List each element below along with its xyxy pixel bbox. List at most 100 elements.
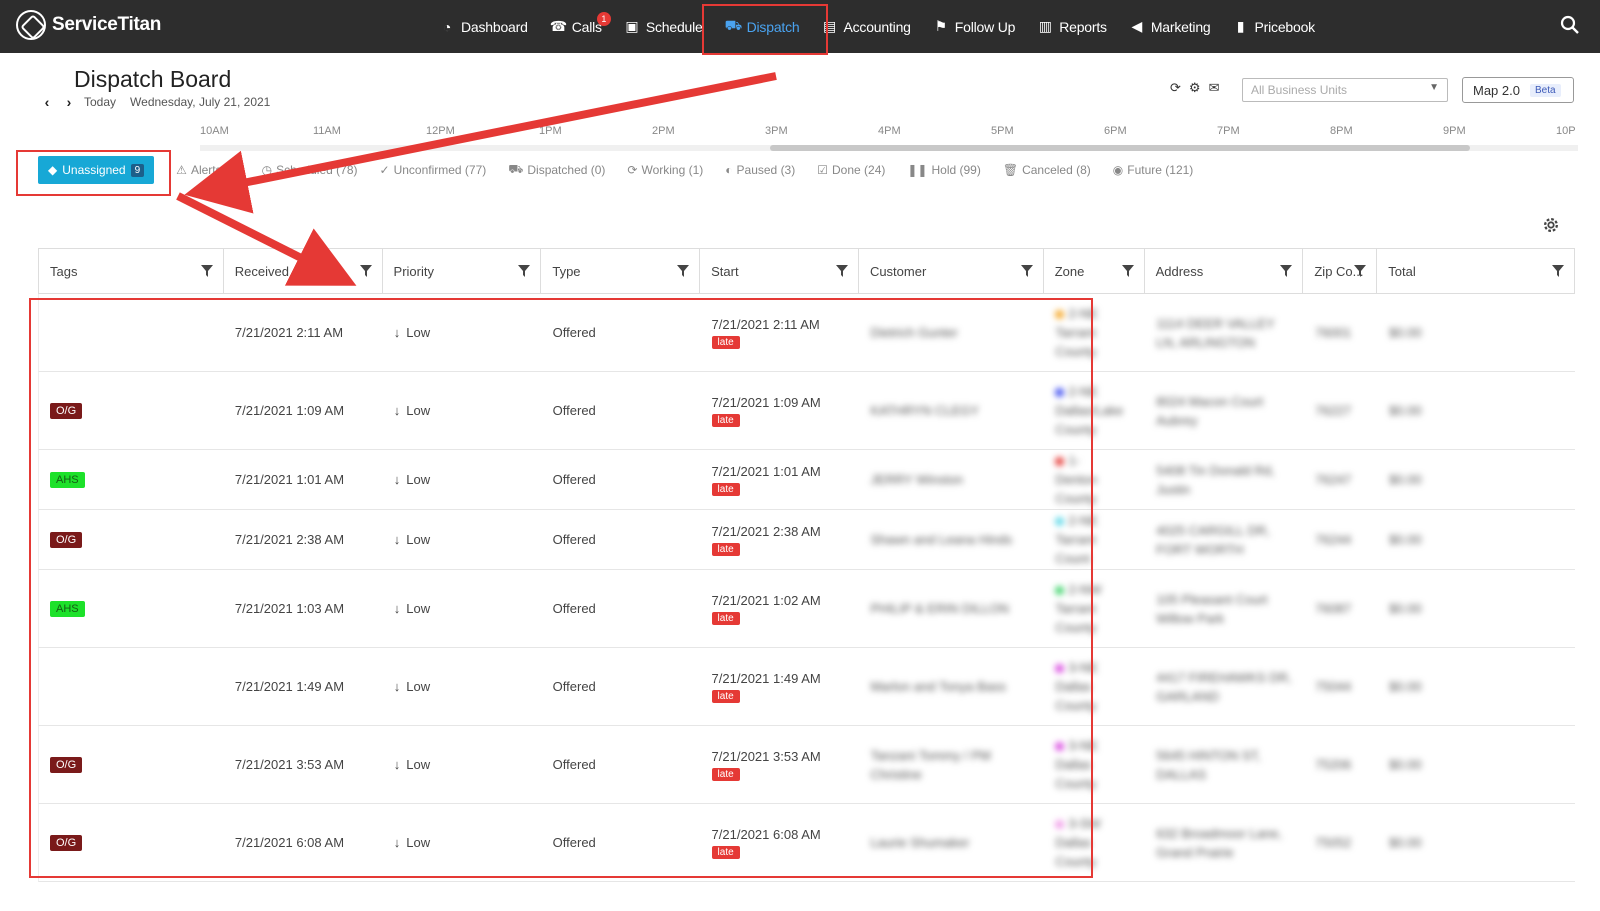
- tab-label: Dispatched (0): [527, 163, 606, 177]
- nav-reports[interactable]: ▥ Reports: [1026, 9, 1118, 45]
- tab-done[interactable]: ☑ Done (24): [817, 163, 885, 177]
- tab-canceled[interactable]: 🗑 Canceled (8): [1003, 163, 1091, 177]
- customer-name[interactable]: Laurie Shumaker: [870, 833, 969, 852]
- tab-label: Done (24): [832, 163, 886, 177]
- customer-name[interactable]: PHILIP & ERIN DILLON: [870, 599, 1008, 618]
- column-header[interactable]: Address: [1145, 249, 1304, 293]
- column-header[interactable]: Total: [1377, 249, 1574, 293]
- customer-name[interactable]: Marlon and Tonya Bass: [870, 677, 1006, 696]
- column-header[interactable]: Zone: [1044, 249, 1145, 293]
- search-icon[interactable]: [1560, 15, 1580, 35]
- table-cell: Offered: [542, 804, 701, 881]
- nav-accounting[interactable]: ▤ Accounting: [810, 9, 921, 45]
- table-row[interactable]: AHS 7/21/2021 1:03 AM ↓ Low Offered 7/21/2021…: [38, 570, 1575, 648]
- arrow-down-icon: ↓: [393, 679, 401, 694]
- tab-paused[interactable]: ◐ Paused (3): [725, 163, 795, 177]
- timeline-scrollbar-thumb[interactable]: [770, 145, 1470, 151]
- arrow-down-icon: ↓: [393, 835, 401, 850]
- timeline-hour: 8PM: [1330, 125, 1353, 137]
- column-header[interactable]: Type: [541, 249, 701, 293]
- late-badge: late: [711, 542, 740, 556]
- table-cell: 7/21/2021 1:09 AM late: [700, 372, 860, 449]
- filter-icon[interactable]: [359, 265, 372, 277]
- main-nav: ◔ Dashboard ☎ Calls 1 ▣ Schedule ⛟ Dispatch ▤ Acco…: [428, 0, 1326, 53]
- tab-future[interactable]: ◉ Future (121): [1113, 163, 1194, 177]
- mail-icon[interactable]: ✉: [1209, 80, 1220, 96]
- table-cell: Offered: [542, 294, 701, 371]
- map-button[interactable]: Map 2.0 Beta: [1462, 77, 1574, 103]
- table-cell: ↓ Low: [383, 450, 542, 509]
- tab-label: Working (1): [641, 163, 704, 177]
- table-row[interactable]: O/G 7/21/2021 6:08 AM ↓ Low Offered 7/21/2021…: [38, 804, 1575, 882]
- column-header-label: Tags: [50, 264, 78, 279]
- filter-icon[interactable]: [1020, 265, 1033, 277]
- column-header[interactable]: Priority: [383, 249, 542, 293]
- tab-working[interactable]: ⟳ Working (1): [627, 163, 703, 177]
- arrow-down-icon: ↓: [393, 403, 401, 418]
- filter-icon[interactable]: [835, 265, 848, 277]
- zone-color-dot: [1055, 388, 1065, 398]
- tab-scheduled[interactable]: ◷ Scheduled (78): [262, 163, 358, 177]
- filter-icon[interactable]: [677, 265, 690, 277]
- filter-icon[interactable]: [1354, 265, 1367, 277]
- priority-value: Low: [406, 403, 431, 418]
- table-cell: 7/21/2021 2:11 AM late: [700, 294, 860, 371]
- tab-alerts[interactable]: ⚠ Alerts (9): [176, 163, 239, 177]
- column-header[interactable]: Customer: [859, 249, 1044, 293]
- filter-icon[interactable]: [1121, 265, 1134, 277]
- late-badge: late: [711, 689, 740, 703]
- customer-name[interactable]: Shawn and Leana Hinds: [870, 530, 1012, 549]
- arrow-down-icon: ↓: [393, 757, 401, 772]
- column-header[interactable]: Tags: [39, 249, 224, 293]
- nav-calls[interactable]: ☎ Calls 1: [539, 9, 613, 45]
- table-settings-gear-icon[interactable]: [1542, 216, 1560, 234]
- business-units-select[interactable]: All Business Units ▼: [1242, 78, 1448, 102]
- nav-pricebook[interactable]: ▮ Pricebook: [1222, 9, 1326, 45]
- table-row[interactable]: AHS 7/21/2021 1:01 AM ↓ Low Offered 7/21/2021…: [38, 450, 1575, 510]
- table-cell: 76087: [1304, 570, 1378, 647]
- tab-dispatched[interactable]: ⛟ Dispatched (0): [508, 162, 605, 178]
- filter-icon[interactable]: [200, 265, 213, 277]
- column-header[interactable]: Start: [700, 249, 859, 293]
- column-header[interactable]: Received: [224, 249, 383, 293]
- customer-name[interactable]: Tanzani Tommy / PM Christine: [870, 746, 1033, 784]
- table-row[interactable]: 7/21/2021 2:11 AM ↓ Low Offered 7/21/2021 2:…: [38, 294, 1575, 372]
- nav-follow-up[interactable]: ⚑ Follow Up: [922, 9, 1026, 45]
- nav-dashboard[interactable]: ◔ Dashboard: [428, 9, 539, 45]
- table-cell: ↓ Low: [383, 510, 542, 569]
- tag-icon: ◆: [48, 163, 58, 177]
- today-button[interactable]: Today: [84, 95, 116, 109]
- chevron-right-icon[interactable]: ›: [62, 94, 76, 110]
- arrow-down-icon: ↓: [393, 325, 401, 340]
- table-row[interactable]: 7/21/2021 1:49 AM ↓ Low Offered 7/21/2021 1:…: [38, 648, 1575, 726]
- address: 8024 Macon Court Aubrey: [1156, 393, 1264, 428]
- timeline-hour: 2PM: [652, 125, 675, 137]
- start-date: 7/21/2021 1:02 AM: [711, 592, 821, 608]
- late-badge: late: [711, 413, 740, 427]
- nav-schedule[interactable]: ▣ Schedule: [613, 9, 714, 45]
- tab-unconfirmed[interactable]: ✓ Unconfirmed (77): [380, 163, 487, 177]
- nav-dispatch[interactable]: ⛟ Dispatch: [714, 9, 811, 45]
- servicetitan-logo[interactable]: ServiceTitan: [16, 10, 161, 40]
- late-badge: late: [711, 611, 740, 625]
- job-tag: O/G: [50, 402, 83, 419]
- received-date: 7/21/2021 1:03 AM: [234, 601, 345, 616]
- refresh-icon[interactable]: ⟳: [1170, 80, 1181, 96]
- tab-hold[interactable]: ❚❚ Hold (99): [907, 163, 980, 177]
- tab-unassigned[interactable]: ◆ Unassigned 9: [38, 156, 155, 184]
- table-row[interactable]: O/G 7/21/2021 2:38 AM ↓ Low Offered 7/21/2021…: [38, 510, 1575, 570]
- nav-marketing[interactable]: ◀ Marketing: [1118, 9, 1222, 45]
- filter-icon[interactable]: [518, 265, 531, 277]
- table-row[interactable]: O/G 7/21/2021 3:53 AM ↓ Low Offered 7/21/2021…: [38, 726, 1575, 804]
- address: 632 Broadmoor Lane, Grand Prairie: [1156, 825, 1283, 860]
- column-header[interactable]: Zip Co...: [1303, 249, 1378, 293]
- customer-name[interactable]: JERRY Winston: [870, 470, 963, 489]
- table-cell: PHILIP & ERIN DILLON: [859, 570, 1044, 647]
- customer-name[interactable]: Dietrich Gunter: [870, 323, 957, 342]
- filter-icon[interactable]: [1280, 265, 1293, 277]
- table-row[interactable]: O/G 7/21/2021 1:09 AM ↓ Low Offered 7/21/2021…: [38, 372, 1575, 450]
- chevron-left-icon[interactable]: ‹: [40, 94, 54, 110]
- customer-name[interactable]: KATHRYN CLEGY: [870, 401, 979, 420]
- gear-icon[interactable]: ⚙: [1189, 80, 1201, 96]
- filter-icon[interactable]: [1552, 265, 1565, 277]
